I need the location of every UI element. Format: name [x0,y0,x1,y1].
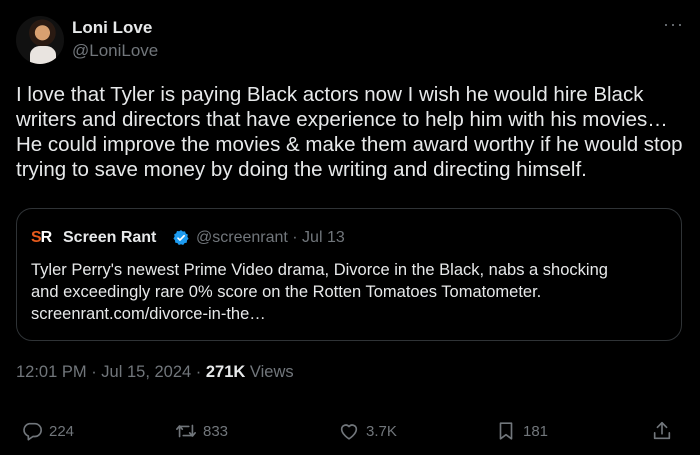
avatar[interactable] [16,16,64,64]
reply-icon [23,422,42,441]
more-icon[interactable]: ··· [663,14,684,35]
action-bar: 224 833 3.7K 181 [0,420,700,444]
tweet: Loni Love @LoniLove ··· I love that Tyle… [0,0,700,455]
author-name[interactable]: Loni Love [72,18,152,38]
quote-text-line: Tyler Perry's newest Prime Video drama, … [31,261,608,279]
author-handle[interactable]: @LoniLove [72,41,158,61]
bookmark-count: 181 [523,422,549,440]
share-icon [653,421,671,440]
views-count[interactable]: 271K [206,363,245,381]
views-label: Views [245,363,294,381]
reply-button[interactable]: 224 [21,420,74,442]
bookmark-icon [499,422,513,440]
tweet-meta: 12:01 PM · Jul 15, 2024 · 271K Views [16,363,294,382]
quote-handle-date[interactable]: @screenrant · Jul 13 [196,229,345,247]
verified-icon [173,230,189,245]
like-button[interactable]: 3.7K [338,420,397,442]
quote-text: Tyler Perry's newest Prime Video drama, … [31,259,671,325]
quote-author-name[interactable]: Screen Rant [63,229,156,247]
repost-button[interactable]: 833 [175,420,228,442]
like-icon [340,424,358,440]
screenrant-logo: SR [31,229,52,246]
reply-count: 224 [49,422,75,440]
bookmark-button[interactable]: 181 [495,420,548,442]
quote-link[interactable]: screenrant.com/divorce-in-the… [31,303,671,325]
repost-count: 833 [203,422,229,440]
share-button[interactable] [651,420,673,442]
like-count: 3.7K [366,422,397,440]
quote-text-line: and exceedingly rare 0% score on the Rot… [31,283,542,301]
timestamp[interactable]: 12:01 PM · Jul 15, 2024 · [16,363,206,381]
repost-icon [176,424,196,438]
tweet-text: I love that Tyler is paying Black actors… [16,83,683,181]
quoted-tweet[interactable]: SR Screen Rant @screenrant · Jul 13 Tyle… [16,208,682,341]
